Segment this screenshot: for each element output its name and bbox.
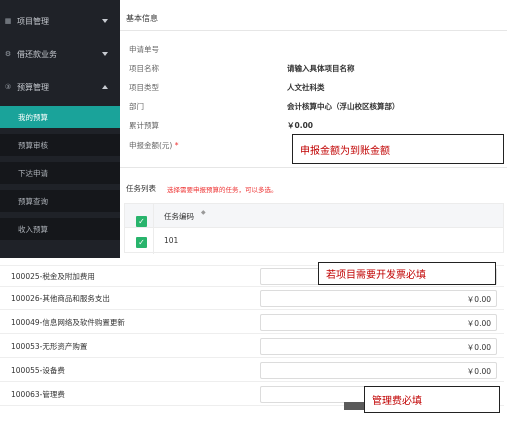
field-label-department: 部门 — [129, 102, 144, 111]
field-value-cumulative-budget: ￥0.00 — [287, 121, 314, 130]
basic-info-title: 基本信息 — [126, 14, 158, 23]
field-value-project-type: 人文社科类 — [287, 83, 325, 92]
budget-amount-value: ￥0.00 — [466, 343, 491, 352]
sidebar-item-income-budget[interactable]: 收入预算 — [0, 218, 120, 240]
column-divider — [153, 204, 154, 254]
sidebar-item-issue-application[interactable]: 下达申请 — [0, 162, 120, 184]
budget-amount-value: ￥0.00 — [466, 295, 491, 304]
task-list-hint: 选择需要申报预算的任务，可以多选。 — [167, 186, 278, 194]
sub-item-label: 预算审核 — [18, 140, 48, 150]
budget-amount-input[interactable]: ￥0.00 — [260, 290, 497, 307]
field-value-department: 会计核算中心（浮山校区核算部） — [287, 102, 400, 111]
section-divider — [120, 167, 507, 168]
column-header-task-code: 任务编码 — [164, 212, 194, 221]
scrollbar-fragment — [344, 402, 364, 410]
select-all-checkbox[interactable]: ✓ — [136, 216, 147, 227]
sub-item-label: 我的预算 — [18, 112, 48, 122]
budget-item-label: 100053-无形资产购置 — [11, 342, 88, 351]
field-label-project-type: 项目类型 — [129, 83, 159, 92]
budget-amount-value: ￥0.00 — [466, 367, 491, 376]
sidebar-item-budget-query[interactable]: 预算查询 — [0, 190, 120, 212]
menu-project-management[interactable]: ▦ 项目管理 — [0, 10, 120, 32]
budget-row: 100053-无形资产购置 ￥0.00 — [0, 336, 504, 358]
row-checkbox[interactable]: ✓ — [136, 237, 147, 248]
task-code-cell: 101 — [164, 236, 179, 245]
menu-loan-business[interactable]: ⚙ 借还款业务 — [0, 43, 120, 65]
menu-label: 预算管理 — [17, 82, 49, 92]
field-value-project-name: 请输入具体项目名称 — [287, 64, 355, 73]
sidebar: ▦ 项目管理 ⚙ 借还款业务 ③ 预算管理 我的预算 预算审核 下达申请 预算查… — [0, 0, 120, 258]
chevron-down-icon — [102, 52, 108, 56]
grid-icon: ▦ — [4, 17, 12, 25]
budget-amount-input[interactable]: ￥0.00 — [260, 314, 497, 331]
sort-icon[interactable]: ◆ — [201, 209, 206, 216]
annotation-invoice-note: 若项目需要开发票必填 — [318, 262, 496, 285]
budget-item-label: 100025-税金及附加费用 — [11, 272, 95, 281]
sub-item-label: 下达申请 — [18, 168, 48, 178]
field-label-cumulative-budget: 累计预算 — [129, 121, 159, 130]
budget-item-label: 100049-信息网络及软件购置更新 — [11, 318, 125, 327]
budget-amount-input[interactable]: ￥0.00 — [260, 338, 497, 355]
budget-amount-value: ￥0.00 — [466, 319, 491, 328]
field-label-application-no: 申请单号 — [129, 45, 159, 54]
declared-amount-label-text: 申报金额(元) — [129, 141, 173, 150]
task-list-title: 任务列表 — [126, 184, 156, 193]
sub-item-label: 收入预算 — [18, 224, 48, 234]
required-mark: * — [174, 141, 179, 150]
section-divider — [120, 30, 507, 31]
budget-item-label: 100055-设备费 — [11, 366, 65, 375]
coin-icon: ③ — [4, 83, 12, 91]
budget-item-label: 100063-管理费 — [11, 390, 65, 399]
field-label-project-name: 项目名称 — [129, 64, 159, 73]
budget-row: 100055-设备费 ￥0.00 — [0, 360, 504, 382]
sidebar-item-my-budget[interactable]: 我的预算 — [0, 106, 120, 128]
sub-item-label: 预算查询 — [18, 196, 48, 206]
budget-amount-input[interactable]: ￥0.00 — [260, 362, 497, 379]
annotation-management-note: 管理费必填 — [364, 386, 500, 413]
budget-row: 100026-其他商品和服务支出 ￥0.00 — [0, 288, 504, 310]
annotation-amount-note: 申报金额为到账金额 — [292, 134, 504, 164]
chevron-up-icon — [102, 85, 108, 89]
budget-row: 100049-信息网络及软件购置更新 ￥0.00 — [0, 312, 504, 334]
budget-item-label: 100026-其他商品和服务支出 — [11, 294, 110, 303]
gear-icon: ⚙ — [4, 50, 12, 58]
field-label-declared-amount: 申报金额(元) * — [129, 140, 179, 151]
menu-budget-management[interactable]: ③ 预算管理 — [0, 76, 120, 98]
sidebar-item-budget-review[interactable]: 预算审核 — [0, 134, 120, 156]
menu-label: 借还款业务 — [17, 49, 57, 59]
menu-label: 项目管理 — [17, 16, 49, 26]
chevron-down-icon — [102, 19, 108, 23]
